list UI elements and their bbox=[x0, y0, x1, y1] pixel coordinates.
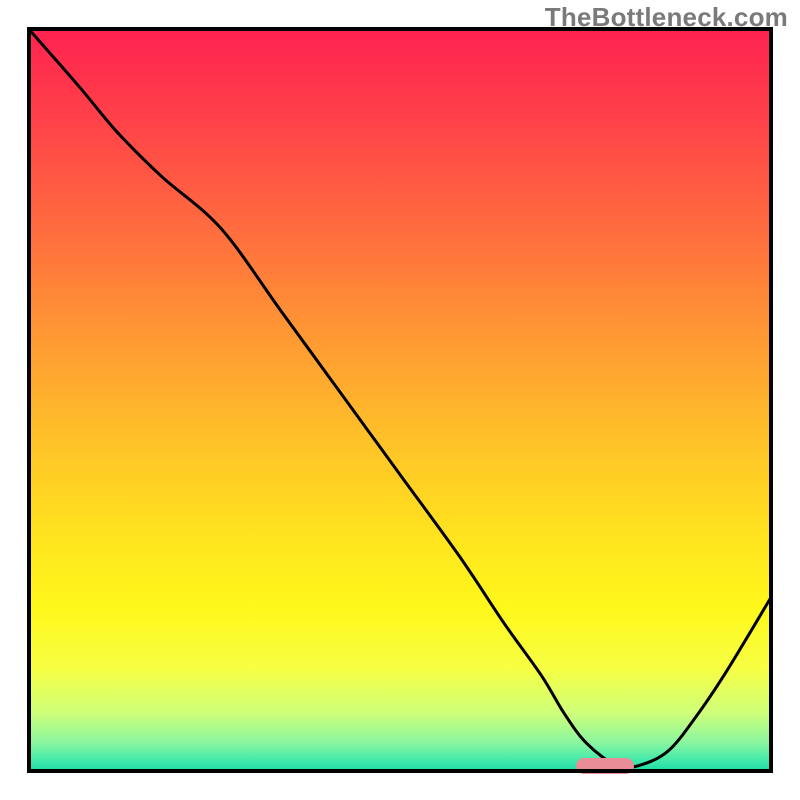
watermark-text: TheBottleneck.com bbox=[545, 2, 788, 33]
chart-plot bbox=[27, 27, 773, 773]
chart-background bbox=[27, 27, 773, 773]
optimal-marker bbox=[576, 758, 634, 774]
chart-container: TheBottleneck.com bbox=[0, 0, 800, 800]
